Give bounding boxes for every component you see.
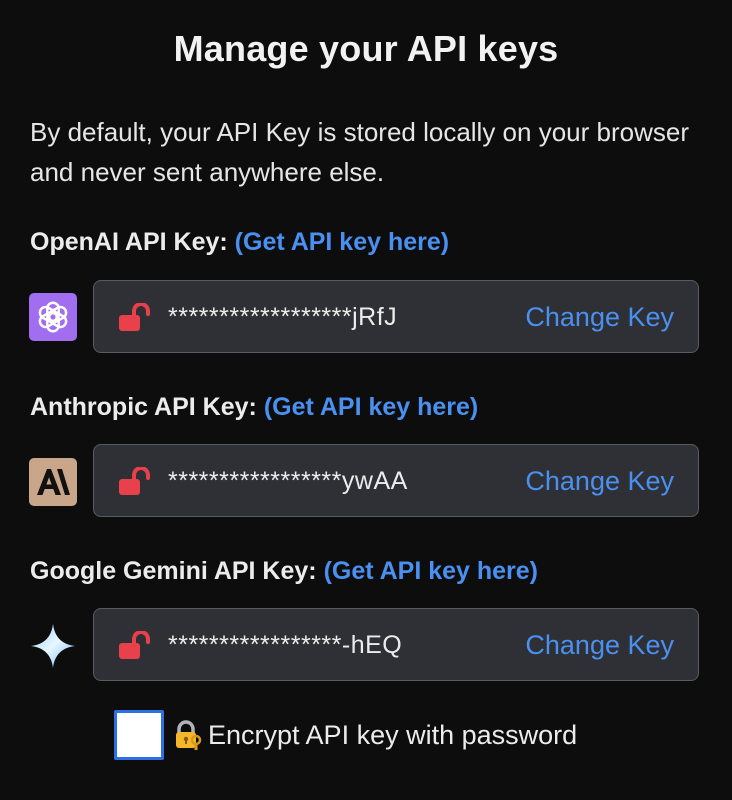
anthropic-get-key-link[interactable]: (Get API key here) xyxy=(264,393,478,421)
storage-description: By default, your API Key is stored local… xyxy=(30,117,689,187)
gemini-key-label: Google Gemini API Key: (Get API key here… xyxy=(30,557,538,586)
openai-key-field: ******************jRfJ Change Key xyxy=(93,280,699,353)
page-title: Manage your API keys xyxy=(173,28,559,69)
gemini-key-field: *****************-hEQ Change Key xyxy=(93,608,699,681)
api-keys-panel: Manage your API keys By default, your AP… xyxy=(0,0,732,800)
openai-logo-icon xyxy=(29,293,77,341)
encrypt-checkbox[interactable] xyxy=(114,710,164,760)
anthropic-key-label: Anthropic API Key: (Get API key here) xyxy=(30,393,478,422)
anthropic-masked-key: *****************ywAA xyxy=(168,467,408,495)
anthropic-logo-icon xyxy=(29,458,77,506)
gemini-change-key-button[interactable]: Change Key xyxy=(525,609,674,682)
gemini-masked-key: *****************-hEQ xyxy=(168,631,403,659)
gemini-logo-icon xyxy=(29,622,77,670)
anthropic-key-field: *****************ywAA Change Key xyxy=(93,444,699,517)
unlocked-icon xyxy=(119,303,150,331)
encrypt-option: Encrypt API key with password xyxy=(114,707,577,763)
openai-key-label: OpenAI API Key: (Get API key here) xyxy=(30,228,449,257)
openai-get-key-link[interactable]: (Get API key here) xyxy=(235,228,449,256)
gemini-get-key-link[interactable]: (Get API key here) xyxy=(324,557,538,585)
encrypt-label: Encrypt API key with password xyxy=(174,720,577,751)
unlocked-icon xyxy=(119,631,150,659)
unlocked-icon xyxy=(119,467,150,495)
anthropic-label-text: Anthropic API Key: xyxy=(30,393,257,421)
openai-label-text: OpenAI API Key: xyxy=(30,228,228,256)
encrypt-label-text: Encrypt API key with password xyxy=(208,719,578,750)
openai-change-key-button[interactable]: Change Key xyxy=(525,281,674,354)
gemini-label-text: Google Gemini API Key: xyxy=(30,557,317,585)
anthropic-change-key-button[interactable]: Change Key xyxy=(525,445,674,518)
locked-with-key-icon xyxy=(176,720,202,750)
openai-masked-key: ******************jRfJ xyxy=(168,303,398,331)
